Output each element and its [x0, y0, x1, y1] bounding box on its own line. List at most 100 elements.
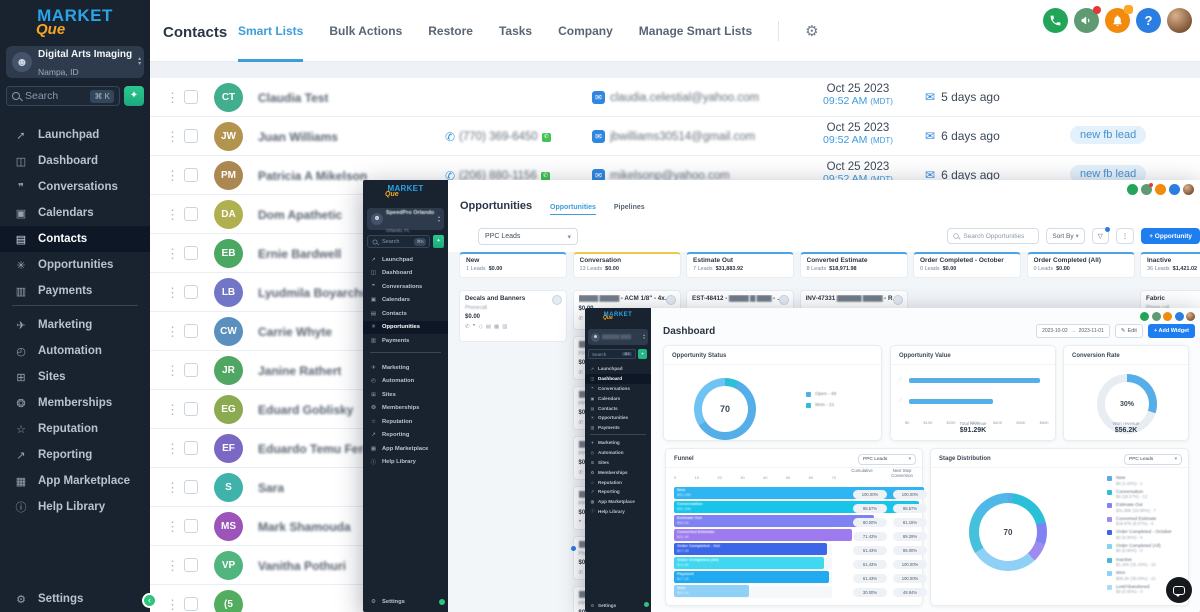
contact-avatar[interactable]: CT: [214, 83, 243, 112]
w1-sidebar-item[interactable]: ▥ Payments: [363, 334, 448, 348]
pipeline-column-header[interactable]: Inactive 36 Leads $1,421.02: [1140, 252, 1200, 278]
funnel-bar[interactable]: Order Completed - Oct $17.1K: [674, 543, 827, 555]
contact-avatar[interactable]: PM: [214, 161, 243, 190]
sidebar-item[interactable]: ❂ Memberships: [0, 390, 150, 416]
pipeline-column-header[interactable]: Order Completed - October 0 Leads $0.00: [913, 252, 1021, 278]
sidebar-item[interactable]: ✳ Opportunities: [0, 252, 150, 278]
row-checkbox[interactable]: [184, 207, 198, 221]
drag-handle-icon[interactable]: ⋮: [166, 168, 179, 184]
contact-name[interactable]: Claudia Test: [258, 91, 328, 105]
contact-row[interactable]: ⋮ JW Juan Williams ✆ (770) 369-6450 ✆ ✉ …: [150, 117, 1200, 156]
row-checkbox[interactable]: [184, 558, 198, 572]
edit-dashboard-button[interactable]: ✎ Edit: [1114, 324, 1143, 338]
contact-avatar[interactable]: LB: [214, 278, 243, 307]
drag-handle-icon[interactable]: ⋮: [166, 402, 179, 418]
w2-sidebar-item[interactable]: ☆ Reputation: [585, 477, 651, 487]
add-opportunity-button[interactable]: + Opportunity: [1141, 228, 1200, 244]
contact-avatar[interactable]: JR: [214, 356, 243, 385]
drag-handle-icon[interactable]: ⋮: [166, 285, 179, 301]
user-avatar[interactable]: [1167, 8, 1192, 33]
contact-avatar[interactable]: MS: [214, 512, 243, 541]
sidebar-item[interactable]: ▦ App Marketplace: [0, 468, 150, 494]
funnel-bar[interactable]: Converted Estimate $21.4K: [674, 529, 852, 541]
contact-avatar[interactable]: JW: [214, 122, 243, 151]
notifications-bell-icon[interactable]: [1105, 5, 1133, 33]
filter-button[interactable]: ▽: [1091, 227, 1110, 244]
contact-name[interactable]: Mark Shamouda: [258, 520, 351, 534]
drag-handle-icon[interactable]: ⋮: [166, 207, 179, 223]
opportunities-search-input[interactable]: Search Opportunities: [947, 228, 1040, 244]
funnel-bar[interactable]: Won $56.2K: [674, 585, 749, 597]
add-widget-button[interactable]: + Add Widget: [1147, 324, 1195, 338]
opportunity-card[interactable]: Decals and Banners Phonecall $0.00 ✆❞◇▤▦…: [459, 290, 567, 342]
contact-avatar[interactable]: S: [214, 473, 243, 502]
w1-account-switcher[interactable]: ☻ SpeedPro Orlando Orlando, FL ▴ ▾: [367, 208, 444, 233]
contact-avatar[interactable]: CW: [214, 317, 243, 346]
account-switcher[interactable]: ☻ Digital Arts Imaging Nampa, ID ▴ ▾: [6, 46, 144, 78]
w1-sidebar-item[interactable]: ▦ App Marketplace: [363, 442, 448, 456]
w2-sidebar-item[interactable]: ▤ Contacts: [585, 403, 651, 413]
help-icon[interactable]: ?: [1136, 8, 1161, 33]
w1-search-input[interactable]: Search ⌘K: [367, 235, 430, 248]
chat-widget-button[interactable]: [1166, 577, 1192, 603]
w1-sidebar-item[interactable]: ▤ Contacts: [363, 307, 448, 321]
w2-sidebar-item-settings[interactable]: ⚙ Settings: [585, 600, 651, 610]
header-tab[interactable]: Tasks: [499, 0, 532, 62]
header-tab[interactable]: Manage Smart Lists: [639, 0, 752, 62]
w2-sidebar-item[interactable]: ✳ Opportunities: [585, 413, 651, 423]
drag-handle-icon[interactable]: ⋮: [166, 363, 179, 379]
pipeline-column-header[interactable]: Order Completed (All) 0 Leads $0.00: [1026, 252, 1135, 278]
w2-sidebar-item[interactable]: ❞ Conversations: [585, 384, 651, 394]
row-checkbox[interactable]: [184, 246, 198, 260]
collapse-dot[interactable]: [644, 602, 649, 607]
sort-by-button[interactable]: Sort By ▾: [1046, 228, 1085, 244]
funnel-bar[interactable]: Payment $17.1K: [674, 571, 829, 583]
contact-avatar[interactable]: EG: [214, 395, 243, 424]
card-action-icons[interactable]: ✆❞◇▤▦▥: [465, 324, 561, 330]
sidebar-item[interactable]: ◫ Dashboard: [0, 148, 150, 174]
date-range-picker[interactable]: 2023-10-02 → 2023-11-01: [1036, 324, 1110, 338]
header-tab[interactable]: Bulk Actions: [329, 0, 402, 62]
funnel-pipeline-select[interactable]: PPC Leads ▾: [858, 454, 916, 465]
drag-handle-icon[interactable]: ⋮: [166, 519, 179, 535]
w1-sidebar-item[interactable]: ◫ Dashboard: [363, 267, 448, 281]
pipeline-column-header[interactable]: New 1 Leads $0.00: [459, 252, 567, 278]
sidebar-item[interactable]: ▤ Contacts: [0, 226, 150, 252]
w1-sidebar-item[interactable]: ✈ Marketing: [363, 361, 448, 375]
w1-tab[interactable]: Pipelines: [614, 204, 645, 215]
contact-avatar[interactable]: (5: [214, 590, 243, 612]
stage-pipeline-select[interactable]: PPC Leads ▾: [1124, 454, 1182, 465]
w1-sidebar-item[interactable]: ⊞ Sites: [363, 388, 448, 402]
w2-account-switcher[interactable]: ☻ ▇▇▇▇▇ ▇▇▇ ▴ ▾: [588, 329, 648, 345]
w2-sidebar-item[interactable]: ⊞ Sites: [585, 458, 651, 468]
row-checkbox[interactable]: [184, 168, 198, 182]
contact-avatar[interactable]: EF: [214, 434, 243, 463]
ai-assist-button[interactable]: ✦: [638, 349, 647, 359]
w2-sidebar-item[interactable]: ⓘ Help Library: [585, 507, 651, 517]
contact-avatar[interactable]: VP: [214, 551, 243, 580]
ai-assist-button[interactable]: ✦: [124, 86, 144, 106]
sidebar-item[interactable]: ▣ Calendars: [0, 200, 150, 226]
drag-handle-icon[interactable]: ⋮: [166, 558, 179, 574]
funnel-bar[interactable]: Order Completed (All) $13.3K: [674, 557, 824, 569]
row-checkbox[interactable]: [184, 285, 198, 299]
contact-name[interactable]: Juan Williams: [258, 130, 338, 144]
drag-handle-icon[interactable]: ⋮: [166, 324, 179, 340]
contact-row[interactable]: ⋮ CT Claudia Test ✆ ✆ ✉ claudia.celestia…: [150, 78, 1200, 117]
w2-sidebar-item[interactable]: ▥ Payments: [585, 423, 651, 433]
pipeline-column-header[interactable]: Converted Estimate 8 Leads $18,971.98: [799, 252, 908, 278]
contact-name[interactable]: Janine Rathert: [258, 364, 341, 378]
contact-name[interactable]: Sara: [258, 481, 284, 495]
w2-sidebar-item[interactable]: ➚ Launchpad: [585, 364, 651, 374]
pipeline-column-header[interactable]: Conversation 13 Leads $0.00: [572, 252, 681, 278]
contact-name[interactable]: Eduard Goblisky: [258, 403, 353, 417]
row-checkbox[interactable]: [184, 441, 198, 455]
w1-sidebar-item[interactable]: ◴ Automation: [363, 375, 448, 389]
row-checkbox[interactable]: [184, 129, 198, 143]
pipeline-select[interactable]: PPC Leads ▾: [478, 228, 578, 245]
drag-handle-icon[interactable]: ⋮: [166, 597, 179, 612]
sidebar-item[interactable]: ⓘ Help Library: [0, 494, 150, 520]
row-checkbox[interactable]: [184, 519, 198, 533]
w2-search-input[interactable]: Search ⌘K: [588, 349, 636, 359]
phone-dialer-icon[interactable]: [1043, 8, 1068, 33]
